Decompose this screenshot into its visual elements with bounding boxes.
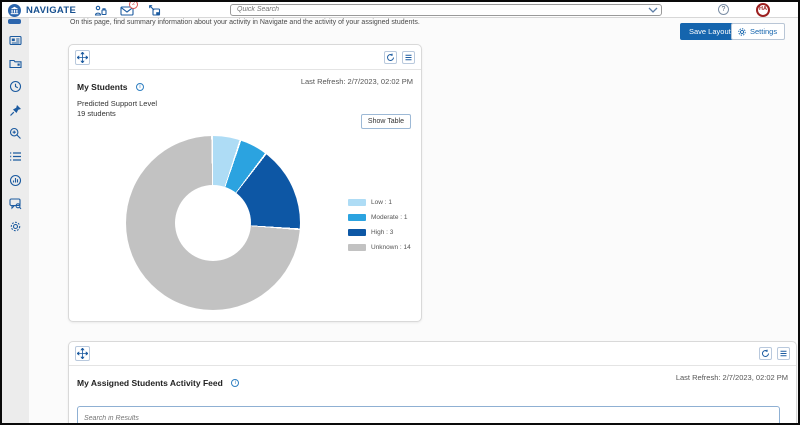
user-avatar[interactable]: HA [756,2,770,17]
page-description: On this page, find summary information a… [70,19,420,26]
sidebar-item-reports[interactable] [9,174,22,187]
legend-item: Unknown : 14 [348,240,411,255]
card-title: My Assigned Students Activity Feed [77,378,223,388]
info-icon[interactable]: i [231,379,240,387]
move-widget-button[interactable] [75,50,90,65]
sidebar-item-home[interactable] [8,19,21,24]
legend-label: Low : 1 [371,199,392,206]
show-table-button[interactable]: Show Table [360,114,411,129]
legend-item: Moderate : 1 [348,210,411,225]
legend-label: Moderate : 1 [371,214,408,221]
donut-hole [175,185,251,261]
move-widget-button[interactable] [75,346,90,361]
top-navbar: NAVIGATE 2 ? HA [2,2,798,18]
card-toolbar [69,342,796,366]
legend-swatch [348,244,366,251]
chevron-down-icon[interactable] [648,7,658,13]
sidebar-item-pushpin[interactable] [9,104,22,117]
card-toolbar [69,45,421,70]
legend-swatch [348,199,366,206]
appointments-icon[interactable] [94,4,107,17]
support-level-donut-chart[interactable] [126,136,300,310]
sidebar-item-history[interactable] [9,80,22,93]
help-icon[interactable]: ? [718,4,729,15]
sidebar-item-search-plus[interactable] [9,127,22,140]
app-window: NAVIGATE 2 ? HA [0,0,800,425]
info-icon[interactable]: i [135,83,144,91]
settings-button-label: Settings [750,27,778,36]
last-refresh-text: Last Refresh: 2/7/2023, 02:02 PM [675,373,788,382]
chart-legend: Low : 1 Moderate : 1 High : 3 Unknown : … [348,195,411,255]
activity-feed-card: My Assigned Students Activity Feed i Las… [68,341,797,423]
my-students-card: My Students i Last Refresh: 2/7/2023, 02… [68,44,422,322]
gear-icon [737,27,747,37]
legend-item: Low : 1 [348,195,411,210]
brand-title: NAVIGATE [26,5,77,16]
search-in-results-input[interactable] [77,406,780,423]
refresh-widget-button[interactable] [759,347,772,360]
legend-item: High : 3 [348,225,411,240]
navigate-logo-icon[interactable] [8,3,21,17]
legend-swatch [348,214,366,221]
settings-button[interactable]: Settings [731,23,786,40]
sidebar-item-id-card[interactable] [9,34,22,47]
quick-search-input[interactable] [230,4,662,16]
sidebar-item-list[interactable] [9,150,22,163]
widget-menu-button[interactable] [777,347,790,360]
left-sidebar [2,18,29,423]
messages-count-badge: 2 [129,2,138,9]
last-refresh-text: Last Refresh: 2/7/2023, 02:02 PM [300,77,413,86]
sidebar-item-cases[interactable] [9,197,22,210]
quick-link-icon[interactable] [148,4,161,17]
chart-subtitle: Predicted Support Level [77,99,158,108]
card-title: My Students [77,82,128,92]
refresh-widget-button[interactable] [384,51,397,64]
sidebar-item-settings[interactable] [9,220,22,233]
legend-label: High : 3 [371,229,394,236]
legend-swatch [348,229,366,236]
sidebar-item-folder[interactable] [9,57,22,70]
widget-menu-button[interactable] [402,51,415,64]
legend-label: Unknown : 14 [371,244,411,251]
